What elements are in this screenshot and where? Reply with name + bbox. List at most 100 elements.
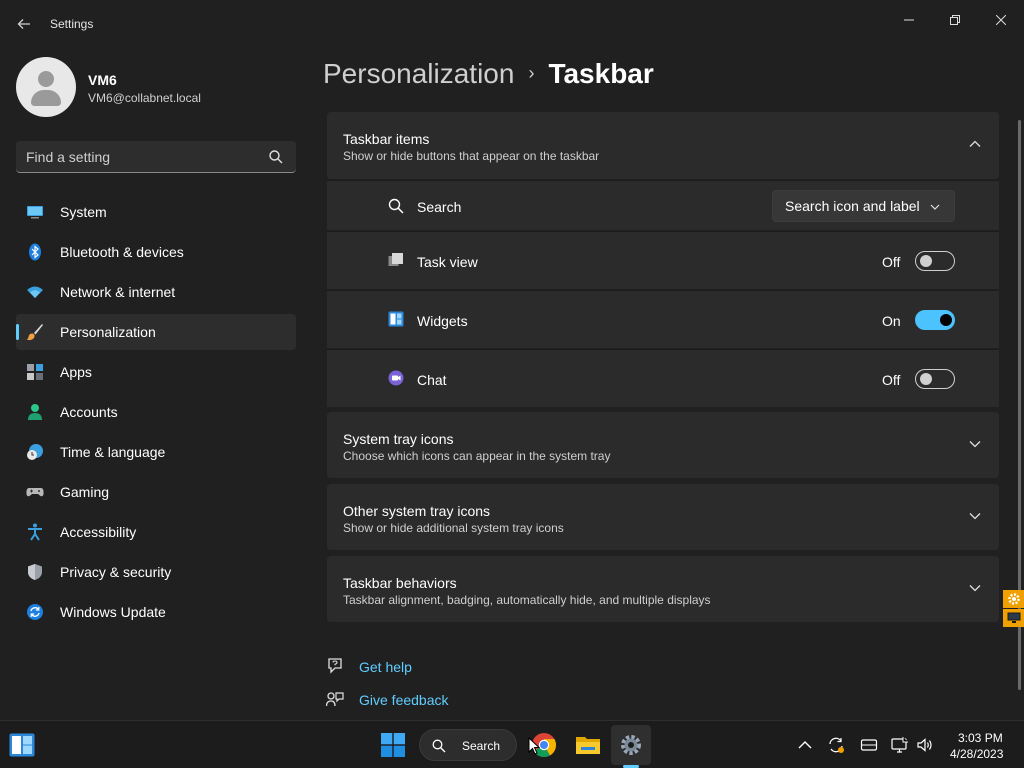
- shield-icon: [28, 564, 42, 580]
- task-view-toggle[interactable]: [915, 251, 955, 271]
- floating-monitor-icon[interactable]: [1003, 609, 1024, 627]
- taskbar-clock-time[interactable]: 3:03 PM: [958, 731, 1003, 745]
- taskbar-app-file-explorer[interactable]: [574, 731, 602, 759]
- chat-setting-row: Chat Off: [327, 349, 999, 407]
- sidebar-item-system[interactable]: System: [16, 194, 296, 230]
- sync-icon[interactable]: [827, 736, 845, 754]
- sidebar-item-label: Privacy & security: [60, 564, 172, 580]
- windows-start-icon[interactable]: [381, 733, 405, 757]
- brush-icon: [26, 324, 43, 341]
- search-setting-row: Search Search icon and label: [327, 180, 999, 230]
- give-feedback-link[interactable]: Give feedback: [359, 692, 449, 708]
- task-view-icon: [388, 253, 403, 266]
- chevron-up-icon[interactable]: [969, 138, 981, 150]
- title-bar: Settings: [0, 0, 1024, 48]
- floating-gear-icon[interactable]: [1003, 590, 1024, 608]
- sidebar-item-gaming[interactable]: Gaming: [16, 474, 296, 510]
- sidebar-item-label: Personalization: [60, 324, 156, 340]
- section-title: Other system tray icons: [343, 503, 491, 519]
- settings-search-box[interactable]: [16, 141, 296, 173]
- minimize-button[interactable]: [886, 4, 932, 36]
- breadcrumb-separator-icon: ›: [528, 63, 535, 83]
- task-view-label: Task view: [417, 254, 478, 270]
- taskbar-clock-date[interactable]: 4/28/2023: [950, 747, 1003, 761]
- widgets-taskbar-icon[interactable]: [9, 733, 35, 757]
- task-view-state: Off: [882, 254, 901, 270]
- get-help-link[interactable]: Get help: [359, 659, 412, 675]
- close-icon: [996, 15, 1006, 25]
- wifi-icon: [27, 286, 43, 298]
- restore-icon: [950, 15, 960, 25]
- avatar-body-icon: [31, 90, 61, 106]
- sidebar-item-accounts[interactable]: Accounts: [16, 394, 296, 430]
- update-icon: [27, 604, 43, 620]
- section-subtitle: Choose which icons can appear in the sys…: [343, 449, 611, 463]
- restore-button[interactable]: [932, 4, 978, 36]
- widgets-label: Widgets: [417, 313, 468, 329]
- sidebar-item-time-language[interactable]: Time & language: [16, 434, 296, 470]
- section-subtitle: Show or hide buttons that appear on the …: [343, 149, 600, 163]
- user-name: VM6: [88, 72, 117, 88]
- settings-gear-icon: [621, 735, 641, 755]
- taskbar-app-settings[interactable]: [611, 725, 651, 765]
- network-monitor-icon[interactable]: [891, 736, 909, 754]
- sidebar-item-personalization[interactable]: Personalization: [16, 314, 296, 350]
- taskbar-search-button[interactable]: Search: [419, 729, 517, 761]
- sidebar-item-accessibility[interactable]: Accessibility: [16, 514, 296, 550]
- page-title: Taskbar: [548, 58, 654, 89]
- sidebar-item-privacy-security[interactable]: Privacy & security: [16, 554, 296, 590]
- sidebar-item-network[interactable]: Network & internet: [16, 274, 296, 310]
- close-button[interactable]: [978, 4, 1024, 36]
- sidebar-item-apps[interactable]: Apps: [16, 354, 296, 390]
- section-title: Taskbar items: [343, 131, 430, 147]
- settings-window: Settings VM6 VM6@collabnet.local System …: [0, 0, 1024, 720]
- accounts-icon: [28, 404, 42, 420]
- toggle-knob: [940, 314, 952, 326]
- volume-icon[interactable]: [916, 736, 934, 754]
- sidebar-item-bluetooth[interactable]: Bluetooth & devices: [16, 234, 296, 270]
- app-title: Settings: [50, 17, 94, 31]
- chat-state: Off: [882, 372, 901, 388]
- section-title: Taskbar behaviors: [343, 575, 457, 591]
- system-tray-icons-section[interactable]: System tray icons Choose which icons can…: [327, 412, 999, 478]
- back-button[interactable]: [10, 10, 38, 38]
- taskbar-items-header[interactable]: Taskbar items Show or hide buttons that …: [327, 112, 999, 179]
- sidebar-item-windows-update[interactable]: Windows Update: [16, 594, 296, 630]
- widgets-toggle[interactable]: [915, 310, 955, 330]
- get-help-icon: [328, 658, 342, 674]
- other-system-tray-icons-section[interactable]: Other system tray icons Show or hide add…: [327, 484, 999, 550]
- keyboard-touch-icon[interactable]: [860, 736, 878, 754]
- chat-toggle[interactable]: [915, 369, 955, 389]
- toggle-knob: [920, 255, 932, 267]
- sidebar-item-label: Apps: [60, 364, 92, 380]
- search-mode-dropdown[interactable]: Search icon and label: [772, 190, 955, 222]
- avatar-head-icon: [38, 71, 54, 87]
- search-icon: [388, 198, 404, 214]
- chevron-up-icon[interactable]: [796, 736, 814, 754]
- clock-globe-icon: [27, 444, 43, 460]
- task-view-setting-row: Task view Off: [327, 231, 999, 289]
- section-header: Taskbar items Show or hide buttons that …: [327, 112, 999, 178]
- chevron-down-icon: [930, 204, 940, 210]
- settings-search-input[interactable]: [26, 147, 256, 167]
- search-setting-label: Search: [417, 199, 462, 215]
- sidebar-item-label: Bluetooth & devices: [60, 244, 184, 260]
- chevron-down-icon: [969, 585, 981, 592]
- mouse-cursor-icon: [528, 737, 540, 755]
- system-icon: [27, 206, 43, 219]
- breadcrumb-parent-link[interactable]: Personalization: [323, 58, 514, 89]
- breadcrumb: Personalization › Taskbar: [323, 58, 654, 90]
- search-icon[interactable]: [268, 149, 284, 165]
- section-subtitle: Show or hide additional system tray icon…: [343, 521, 564, 535]
- chevron-down-icon: [969, 513, 981, 520]
- avatar[interactable]: [16, 57, 76, 117]
- sidebar-item-label: Gaming: [60, 484, 110, 500]
- sidebar-item-label: Network & internet: [60, 284, 176, 300]
- chat-label: Chat: [417, 372, 447, 388]
- taskbar-search-label: Search: [462, 739, 501, 753]
- chat-icon: [388, 370, 404, 386]
- section-title: System tray icons: [343, 431, 454, 447]
- taskbar-behaviors-section[interactable]: Taskbar behaviors Taskbar alignment, bad…: [327, 556, 999, 622]
- toggle-knob: [920, 373, 932, 385]
- widgets-icon: [388, 311, 404, 327]
